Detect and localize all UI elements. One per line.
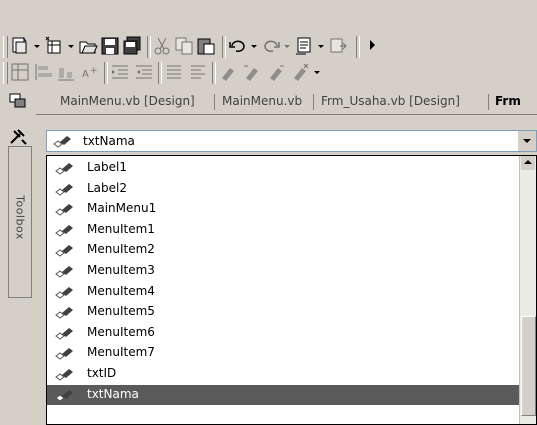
list-item-label: MenuItem6 bbox=[87, 324, 155, 339]
document-tabs: MainMenu.vb [Design] MainMenu.vb Frm_Usa… bbox=[36, 90, 537, 115]
tab-separator bbox=[214, 94, 215, 110]
redo-dropdown-icon[interactable] bbox=[284, 45, 290, 48]
field-icon bbox=[55, 183, 73, 196]
list-item[interactable]: MenuItem3 bbox=[47, 261, 530, 281]
field-icon bbox=[55, 307, 73, 319]
field-icon bbox=[55, 348, 73, 361]
toolbar-separator bbox=[356, 36, 360, 58]
layout-toolbar: A + bbox=[0, 58, 537, 88]
navigate-forward-icon[interactable] bbox=[328, 36, 348, 56]
dropdown-vertical-scrollbar[interactable] bbox=[519, 156, 536, 424]
list-item[interactable]: Label1 bbox=[47, 158, 530, 178]
toolbar-separator bbox=[222, 36, 226, 58]
toolbox-icon[interactable] bbox=[8, 128, 28, 146]
redo-icon[interactable] bbox=[261, 36, 281, 56]
class-name-combo-dropdown-icon[interactable] bbox=[518, 131, 536, 151]
svg-text:+: + bbox=[90, 66, 98, 76]
toolbar-options-dropdown-icon[interactable] bbox=[314, 71, 320, 74]
align-to-grid-icon[interactable] bbox=[10, 62, 30, 82]
increase-spacing-icon[interactable]: A + bbox=[80, 62, 100, 82]
toolbar-overflow-icon[interactable] bbox=[370, 40, 375, 50]
paste-icon[interactable] bbox=[196, 36, 216, 56]
list-item[interactable]: MenuItem1 bbox=[47, 220, 530, 240]
cut-icon[interactable] bbox=[152, 36, 172, 56]
align-lefts-icon[interactable] bbox=[34, 62, 54, 82]
list-item[interactable]: MainMenu1 bbox=[47, 199, 530, 219]
new-project-icon[interactable] bbox=[10, 36, 30, 56]
next-bookmark-icon[interactable] bbox=[266, 62, 286, 82]
list-item-label: MenuItem7 bbox=[87, 345, 155, 360]
toolbar-separator bbox=[212, 62, 216, 84]
list-item-label: MenuItem5 bbox=[87, 304, 155, 319]
list-item-label: MenuItem4 bbox=[87, 283, 155, 298]
class-name-dropdown-list: Label1 Label2 MainMenu1 MenuItem1 MenuItem2 M… bbox=[46, 155, 537, 425]
toolbox-tab-label: Toolbox bbox=[13, 195, 27, 240]
tab-frm-usaha-design[interactable]: Frm_Usaha.vb [Design] bbox=[321, 94, 460, 108]
undo-icon[interactable] bbox=[228, 36, 248, 56]
toolbox-tab[interactable]: Toolbox bbox=[8, 146, 32, 298]
list-item-label: MainMenu1 bbox=[87, 201, 157, 216]
list-item-label: Label2 bbox=[87, 180, 128, 195]
clear-bookmarks-icon[interactable] bbox=[290, 62, 310, 82]
left-dock: Toolbox bbox=[0, 86, 36, 425]
list-item[interactable]: txtNama bbox=[47, 384, 530, 405]
class-name-combo-value: txtNama bbox=[83, 134, 135, 148]
scrollbar-thumb[interactable] bbox=[521, 316, 536, 416]
class-name-combo[interactable]: txtNama bbox=[46, 130, 537, 152]
list-item[interactable]: MenuItem5 bbox=[47, 302, 530, 322]
uncomment-lines-icon[interactable] bbox=[188, 62, 208, 82]
field-icon bbox=[55, 327, 73, 340]
list-item[interactable]: txtID bbox=[47, 364, 530, 384]
tab-mainmenu-code[interactable]: MainMenu.vb bbox=[222, 94, 302, 108]
list-item-label: MenuItem2 bbox=[87, 242, 155, 257]
align-bottoms-icon[interactable] bbox=[56, 62, 76, 82]
save-icon[interactable] bbox=[100, 36, 120, 56]
navigate-backward-dropdown-icon[interactable] bbox=[318, 45, 324, 48]
list-item-label: Label1 bbox=[87, 160, 128, 174]
save-all-icon[interactable] bbox=[122, 36, 142, 56]
new-project-dropdown-icon[interactable] bbox=[34, 45, 40, 48]
comment-lines-icon[interactable] bbox=[164, 62, 184, 82]
add-item-icon[interactable] bbox=[44, 36, 64, 56]
field-icon bbox=[55, 266, 73, 278]
list-item-label: MenuItem1 bbox=[87, 221, 155, 236]
toolbar-separator bbox=[147, 36, 151, 58]
field-icon bbox=[55, 369, 73, 381]
field-icon bbox=[53, 136, 71, 148]
tab-mainmenu-design[interactable]: MainMenu.vb [Design] bbox=[60, 94, 195, 108]
toggle-bookmark-icon[interactable] bbox=[218, 62, 238, 82]
previous-bookmark-icon[interactable] bbox=[242, 62, 262, 82]
toolbar-separator bbox=[158, 62, 162, 84]
tab-frm-active[interactable]: Frm bbox=[495, 94, 521, 108]
field-icon bbox=[55, 389, 73, 402]
indent-icon[interactable] bbox=[110, 62, 130, 82]
toolbar-separator bbox=[104, 62, 108, 84]
field-icon bbox=[55, 163, 73, 175]
copy-icon[interactable] bbox=[174, 36, 194, 56]
navigate-backward-icon[interactable] bbox=[294, 36, 314, 56]
scroll-up-arrow-icon[interactable] bbox=[521, 156, 535, 170]
undo-dropdown-icon[interactable] bbox=[251, 45, 257, 48]
field-icon bbox=[55, 286, 73, 299]
tab-separator bbox=[488, 94, 489, 110]
list-item[interactable]: Label2 bbox=[47, 179, 530, 199]
field-icon bbox=[55, 224, 73, 237]
list-item[interactable]: MenuItem6 bbox=[47, 323, 530, 343]
list-item[interactable]: MenuItem2 bbox=[47, 240, 530, 260]
field-icon bbox=[55, 204, 73, 216]
toolbar-grip[interactable] bbox=[3, 62, 8, 84]
open-file-icon[interactable] bbox=[78, 36, 98, 56]
add-item-dropdown-icon[interactable] bbox=[68, 45, 74, 48]
outdent-icon[interactable] bbox=[134, 62, 154, 82]
list-item[interactable]: MenuItem7 bbox=[47, 343, 530, 363]
field-icon bbox=[55, 245, 73, 258]
list-item-label: MenuItem3 bbox=[87, 263, 155, 277]
list-item-label: txtID bbox=[87, 366, 117, 380]
toolbar-grip[interactable] bbox=[3, 36, 8, 58]
list-item[interactable]: MenuItem4 bbox=[47, 282, 530, 302]
tab-separator bbox=[313, 94, 314, 110]
svg-text:A: A bbox=[82, 69, 89, 80]
list-item-label: txtNama bbox=[87, 386, 139, 401]
server-explorer-icon[interactable] bbox=[8, 92, 28, 110]
